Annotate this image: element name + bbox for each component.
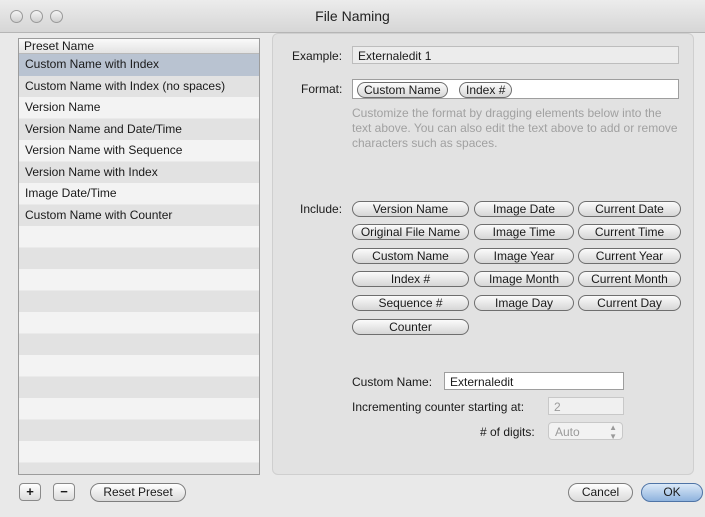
digits-select[interactable]: Auto ▲ ▼ [548,422,623,441]
include-token-custom-name[interactable]: Custom Name [352,248,469,264]
format-token-custom-name[interactable]: Custom Name [357,82,448,98]
cancel-button[interactable]: Cancel [568,483,633,502]
add-preset-button[interactable]: + [19,483,41,501]
format-field[interactable]: Custom Name Index # [352,79,679,99]
include-token-original-file-name[interactable]: Original File Name [352,224,469,240]
include-token-image-time[interactable]: Image Time [474,224,574,240]
include-token-image-day[interactable]: Image Day [474,295,574,311]
digits-label: # of digits: [480,425,535,439]
include-token-index[interactable]: Index # [352,271,469,287]
preset-item[interactable]: Custom Name with Index (no spaces) [19,76,259,98]
include-token-sequence[interactable]: Sequence # [352,295,469,311]
reset-preset-button[interactable]: Reset Preset [90,483,186,502]
format-label: Format: [301,82,343,96]
select-arrows-icon: ▲ ▼ [609,423,617,441]
custom-name-input[interactable]: Externaledit [444,372,624,390]
include-token-image-month[interactable]: Image Month [474,271,574,287]
include-token-counter[interactable]: Counter [352,319,469,335]
preset-item[interactable]: Custom Name with Counter [19,205,259,227]
include-token-image-date[interactable]: Image Date [474,201,574,217]
counter-start-input[interactable]: 2 [548,397,624,415]
title-bar: File Naming [0,0,705,33]
include-token-current-day[interactable]: Current Day [578,295,681,311]
include-token-image-year[interactable]: Image Year [474,248,574,264]
counter-start-label: Incrementing counter starting at: [352,400,525,414]
window-title: File Naming [315,8,390,24]
preset-rows: Custom Name with Index Custom Name with … [19,54,259,474]
preset-item[interactable]: Version Name with Sequence [19,140,259,162]
preset-item[interactable]: Version Name and Date/Time [19,119,259,141]
include-label: Include: [300,202,343,216]
remove-preset-button[interactable]: − [53,483,75,501]
ok-button[interactable]: OK [641,483,703,502]
format-token-index[interactable]: Index # [459,82,513,98]
preset-item[interactable]: Custom Name with Index [19,54,259,76]
example-field: Externaledit 1 [352,46,679,64]
format-help-text: Customize the format by dragging element… [352,106,678,150]
custom-name-label: Custom Name: [352,375,433,389]
digits-select-value: Auto [555,425,580,439]
example-label: Example: [292,49,343,63]
include-token-current-month[interactable]: Current Month [578,271,681,287]
preset-item[interactable]: Version Name with Index [19,162,259,184]
include-token-current-time[interactable]: Current Time [578,224,681,240]
include-token-current-date[interactable]: Current Date [578,201,681,217]
preset-list[interactable]: Preset Name Custom Name with Index Custo… [18,38,260,475]
include-token-version-name[interactable]: Version Name [352,201,469,217]
preset-item[interactable]: Image Date/Time [19,183,259,205]
preset-item[interactable]: Version Name [19,97,259,119]
include-token-current-year[interactable]: Current Year [578,248,681,264]
file-naming-window: File Naming Preset Name Custom Name with… [0,0,705,517]
preset-list-header[interactable]: Preset Name [19,39,259,54]
